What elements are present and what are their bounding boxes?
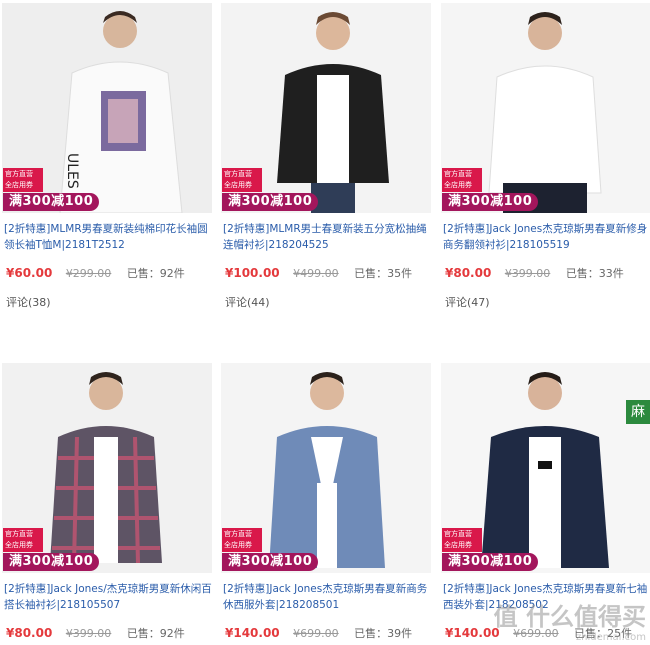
original-price: ¥399.00 [65, 627, 112, 640]
product-image[interactable]: 官方直营 全店用券 满300减100 [221, 363, 431, 573]
current-price: ¥140.00 [225, 626, 280, 640]
official-store-badge: 官方直营 全店用券 [442, 168, 482, 192]
original-price: ¥299.00 [65, 267, 112, 280]
current-price: ¥100.00 [225, 266, 280, 280]
sold-count: 已售：39件 [354, 627, 413, 640]
product-image[interactable]: 官方直营 全店用券 满300减100 [2, 363, 212, 573]
coupon-badge: 满300减100 [222, 553, 319, 571]
current-price: ¥80.00 [6, 626, 53, 640]
product-title[interactable]: [2折特惠]Jack Jones杰克琼斯男春夏新修身商务翻领衬衫|2181055… [443, 221, 650, 253]
official-store-badge: 官方直营 全店用券 [442, 528, 482, 552]
sold-count: 已售：35件 [354, 267, 413, 280]
official-store-badge: 官方直营 全店用券 [3, 168, 43, 192]
product-card[interactable]: 官方直营 全店用券 满300减100 [2折特惠]MLMR男士春夏新装五分宽松抽… [221, 3, 431, 313]
review-count[interactable]: 评论(38) [6, 294, 51, 310]
coupon-badge: 满300减100 [442, 553, 539, 571]
product-card[interactable]: 官方直营 全店用券 满300减100 [2折特惠]Jack Jones杰克琼斯男… [441, 3, 650, 313]
site-watermark: 值 什么值得买 zhidemai.com [494, 597, 646, 643]
coupon-badge: 满300减100 [442, 193, 539, 211]
svg-text:ULES: ULES [64, 153, 80, 189]
original-price: ¥399.00 [504, 267, 551, 280]
product-image[interactable]: 官方直营 全店用券 满300减100 [441, 363, 650, 573]
current-price: ¥140.00 [445, 626, 500, 640]
product-image[interactable]: 官方直营 全店用券 满300减100 [221, 3, 431, 213]
price-row: ¥80.00 ¥399.00 已售：92件 [6, 625, 212, 641]
watermark-url: zhidemai.com [575, 632, 646, 643]
price-row: ¥60.00 ¥299.00 已售：92件 [6, 265, 212, 281]
review-count[interactable]: 评论(44) [225, 294, 270, 310]
coupon-badge: 满300减100 [3, 553, 100, 571]
product-card[interactable]: 官方直营 全店用券 满300减100 [2折特惠]Jack Jones杰克琼斯男… [221, 363, 431, 645]
product-card[interactable]: ULES 官方直营 全店用券 满300减100 [2折特惠]MLMR男春夏新装纯… [2, 3, 212, 313]
watermark-text: 值 什么值得买 [493, 603, 646, 631]
sold-count: 已售：92件 [126, 267, 185, 280]
price-row: ¥80.00 ¥399.00 已售：33件 [445, 265, 650, 281]
product-image[interactable]: ULES 官方直营 全店用券 满300减100 [2, 3, 212, 213]
product-title[interactable]: [2折特惠]Jack Jones/杰克琼斯男夏新休闲百搭长袖衬衫|2181055… [4, 581, 212, 613]
original-price: ¥499.00 [293, 267, 339, 280]
price-row: ¥100.00 ¥499.00 已售：35件 [225, 265, 431, 281]
sold-count: 已售：33件 [565, 267, 624, 280]
product-card[interactable]: 官方直营 全店用券 满300减100 [2折特惠]Jack Jones/杰克琼斯… [2, 363, 212, 645]
material-tag: 麻 [626, 400, 650, 424]
sold-count: 已售：92件 [126, 627, 185, 640]
original-price: ¥699.00 [293, 627, 339, 640]
current-price: ¥60.00 [6, 266, 53, 280]
review-count[interactable]: 评论(47) [445, 294, 490, 310]
product-grid: ULES 官方直营 全店用券 满300减100 [2折特惠]MLMR男春夏新装纯… [0, 0, 650, 645]
product-title[interactable]: [2折特惠]MLMR男士春夏新装五分宽松抽绳连帽衬衫|218204525 [223, 221, 431, 253]
official-store-badge: 官方直营 全店用券 [222, 168, 262, 192]
price-row: ¥140.00 ¥699.00 已售：39件 [225, 625, 431, 641]
official-store-badge: 官方直营 全店用券 [3, 528, 43, 552]
official-store-badge: 官方直营 全店用券 [222, 528, 262, 552]
product-image[interactable]: 官方直营 全店用券 满300减100 [441, 3, 650, 213]
current-price: ¥80.00 [445, 266, 492, 280]
coupon-badge: 满300减100 [222, 193, 319, 211]
product-title[interactable]: [2折特惠]Jack Jones杰克琼斯男春夏新商务休西服外套|21820850… [223, 581, 431, 613]
product-title[interactable]: [2折特惠]MLMR男春夏新装纯棉印花长袖圆领长袖T恤M|2181T2512 [4, 221, 212, 253]
coupon-badge: 满300减100 [3, 193, 100, 211]
